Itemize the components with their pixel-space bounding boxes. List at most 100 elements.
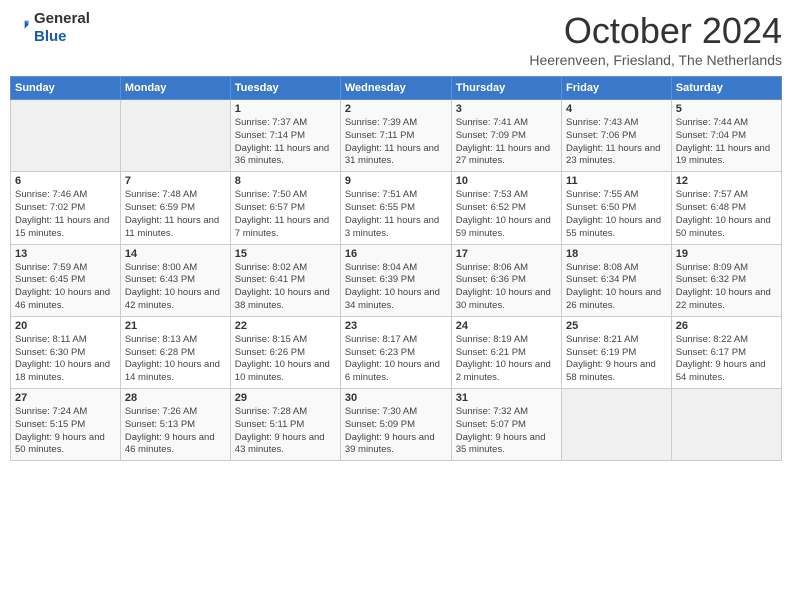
calendar-day-cell: 31Sunrise: 7:32 AMSunset: 5:07 PMDayligh…	[451, 389, 561, 461]
calendar-day-cell: 15 Sunrise: 8:02 AMSunset: 6:41 PMDayligh…	[230, 244, 340, 316]
day-number: 23	[345, 320, 447, 332]
day-number: 1	[235, 103, 336, 115]
day-detail: Sunrise: 8:13 AMSunset: 6:28 PMDaylight:…	[125, 334, 220, 383]
month-title: October 2024	[529, 10, 782, 52]
day-detail: Sunrise: 7:28 AMSunset: 5:11 PMDaylight:…	[235, 406, 325, 455]
day-detail: Sunrise: 7:37 AMSunset: 7:14 PMDaylight:…	[235, 117, 329, 166]
calendar-day-cell: 11 Sunrise: 7:55 AMSunset: 6:50 PMDayligh…	[562, 172, 672, 244]
calendar-day-cell: 9 Sunrise: 7:51 AMSunset: 6:55 PMDaylight…	[340, 172, 451, 244]
calendar-day-cell: 6Sunrise: 7:46 AMSunset: 7:02 PMDaylight…	[11, 172, 121, 244]
title-block: October 2024 Heerenveen, Friesland, The …	[529, 10, 782, 68]
day-number: 7	[125, 175, 226, 187]
calendar-header-row: SundayMondayTuesdayWednesdayThursdayFrid…	[11, 77, 782, 100]
day-number: 17	[456, 248, 557, 260]
calendar-day-cell: 28Sunrise: 7:26 AMSunset: 5:13 PMDayligh…	[120, 389, 230, 461]
calendar-day-cell: 7 Sunrise: 7:48 AMSunset: 6:59 PMDaylight…	[120, 172, 230, 244]
day-detail: Sunrise: 7:59 AMSunset: 6:45 PMDaylight:…	[15, 262, 110, 311]
calendar-week-row: 1 Sunrise: 7:37 AMSunset: 7:14 PMDaylight…	[11, 100, 782, 172]
day-number: 27	[15, 392, 116, 404]
day-number: 18	[566, 248, 667, 260]
day-number: 16	[345, 248, 447, 260]
calendar-day-cell: 12 Sunrise: 7:57 AMSunset: 6:48 PMDayligh…	[671, 172, 781, 244]
day-detail: Sunrise: 8:21 AMSunset: 6:19 PMDaylight:…	[566, 334, 656, 383]
calendar-day-cell: 18 Sunrise: 8:08 AMSunset: 6:34 PMDayligh…	[562, 244, 672, 316]
day-detail: Sunrise: 8:09 AMSunset: 6:32 PMDaylight:…	[676, 262, 771, 311]
calendar-day-header: Monday	[120, 77, 230, 100]
calendar-day-cell: 17 Sunrise: 8:06 AMSunset: 6:36 PMDayligh…	[451, 244, 561, 316]
calendar-day-header: Thursday	[451, 77, 561, 100]
day-number: 2	[345, 103, 447, 115]
calendar-day-cell: 3 Sunrise: 7:41 AMSunset: 7:09 PMDaylight…	[451, 100, 561, 172]
day-detail: Sunrise: 7:51 AMSunset: 6:55 PMDaylight:…	[345, 189, 439, 238]
calendar-day-cell: 1 Sunrise: 7:37 AMSunset: 7:14 PMDaylight…	[230, 100, 340, 172]
day-detail: Sunrise: 8:00 AMSunset: 6:43 PMDaylight:…	[125, 262, 220, 311]
calendar-day-cell: 27Sunrise: 7:24 AMSunset: 5:15 PMDayligh…	[11, 389, 121, 461]
calendar-day-cell: 23 Sunrise: 8:17 AMSunset: 6:23 PMDayligh…	[340, 316, 451, 388]
calendar-day-cell: 2 Sunrise: 7:39 AMSunset: 7:11 PMDaylight…	[340, 100, 451, 172]
calendar-day-cell: 14 Sunrise: 8:00 AMSunset: 6:43 PMDayligh…	[120, 244, 230, 316]
location-text: Heerenveen, Friesland, The Netherlands	[529, 52, 782, 68]
calendar-week-row: 27Sunrise: 7:24 AMSunset: 5:15 PMDayligh…	[11, 389, 782, 461]
calendar-day-cell: 22Sunrise: 8:15 AMSunset: 6:26 PMDayligh…	[230, 316, 340, 388]
day-detail: Sunrise: 8:22 AMSunset: 6:17 PMDaylight:…	[676, 334, 766, 383]
day-number: 4	[566, 103, 667, 115]
day-detail: Sunrise: 7:50 AMSunset: 6:57 PMDaylight:…	[235, 189, 329, 238]
day-number: 29	[235, 392, 336, 404]
day-number: 11	[566, 175, 667, 187]
day-number: 5	[676, 103, 777, 115]
day-number: 8	[235, 175, 336, 187]
day-number: 30	[345, 392, 447, 404]
day-detail: Sunrise: 7:53 AMSunset: 6:52 PMDaylight:…	[456, 189, 551, 238]
day-detail: Sunrise: 7:30 AMSunset: 5:09 PMDaylight:…	[345, 406, 435, 455]
calendar-day-cell: 24 Sunrise: 8:19 AMSunset: 6:21 PMDayligh…	[451, 316, 561, 388]
calendar-day-cell: 21 Sunrise: 8:13 AMSunset: 6:28 PMDayligh…	[120, 316, 230, 388]
day-detail: Sunrise: 7:32 AMSunset: 5:07 PMDaylight:…	[456, 406, 546, 455]
calendar-table: SundayMondayTuesdayWednesdayThursdayFrid…	[10, 76, 782, 461]
calendar-day-cell: 26 Sunrise: 8:22 AMSunset: 6:17 PMDayligh…	[671, 316, 781, 388]
day-detail: Sunrise: 8:17 AMSunset: 6:23 PMDaylight:…	[345, 334, 440, 383]
day-detail: Sunrise: 8:04 AMSunset: 6:39 PMDaylight:…	[345, 262, 440, 311]
calendar-body: 1 Sunrise: 7:37 AMSunset: 7:14 PMDaylight…	[11, 100, 782, 461]
calendar-day-cell	[671, 389, 781, 461]
day-number: 19	[676, 248, 777, 260]
day-detail: Sunrise: 8:15 AMSunset: 6:26 PMDaylight:…	[235, 334, 330, 383]
day-detail: Sunrise: 7:26 AMSunset: 5:13 PMDaylight:…	[125, 406, 215, 455]
day-number: 21	[125, 320, 226, 332]
day-detail: Sunrise: 7:48 AMSunset: 6:59 PMDaylight:…	[125, 189, 219, 238]
calendar-day-cell	[120, 100, 230, 172]
day-detail: Sunrise: 7:57 AMSunset: 6:48 PMDaylight:…	[676, 189, 771, 238]
day-number: 13	[15, 248, 116, 260]
day-detail: Sunrise: 8:06 AMSunset: 6:36 PMDaylight:…	[456, 262, 551, 311]
calendar-day-header: Sunday	[11, 77, 121, 100]
day-number: 15	[235, 248, 336, 260]
day-detail: Sunrise: 8:02 AMSunset: 6:41 PMDaylight:…	[235, 262, 330, 311]
calendar-day-cell: 29 Sunrise: 7:28 AMSunset: 5:11 PMDayligh…	[230, 389, 340, 461]
day-number: 25	[566, 320, 667, 332]
day-detail: Sunrise: 7:41 AMSunset: 7:09 PMDaylight:…	[456, 117, 550, 166]
day-number: 20	[15, 320, 116, 332]
calendar-day-cell: 8 Sunrise: 7:50 AMSunset: 6:57 PMDaylight…	[230, 172, 340, 244]
calendar-day-cell: 20 Sunrise: 8:11 AMSunset: 6:30 PMDayligh…	[11, 316, 121, 388]
day-detail: Sunrise: 8:08 AMSunset: 6:34 PMDaylight:…	[566, 262, 661, 311]
calendar-day-header: Friday	[562, 77, 672, 100]
day-detail: Sunrise: 8:11 AMSunset: 6:30 PMDaylight:…	[15, 334, 110, 383]
calendar-week-row: 20 Sunrise: 8:11 AMSunset: 6:30 PMDayligh…	[11, 316, 782, 388]
calendar-week-row: 6Sunrise: 7:46 AMSunset: 7:02 PMDaylight…	[11, 172, 782, 244]
calendar-day-cell: 16 Sunrise: 8:04 AMSunset: 6:39 PMDayligh…	[340, 244, 451, 316]
day-number: 24	[456, 320, 557, 332]
day-number: 26	[676, 320, 777, 332]
calendar-week-row: 13 Sunrise: 7:59 AMSunset: 6:45 PMDayligh…	[11, 244, 782, 316]
calendar-day-cell: 5 Sunrise: 7:44 AMSunset: 7:04 PMDaylight…	[671, 100, 781, 172]
day-number: 14	[125, 248, 226, 260]
day-detail: Sunrise: 7:44 AMSunset: 7:04 PMDaylight:…	[676, 117, 770, 166]
day-number: 9	[345, 175, 447, 187]
logo-icon	[10, 18, 30, 38]
day-detail: Sunrise: 7:55 AMSunset: 6:50 PMDaylight:…	[566, 189, 661, 238]
day-detail: Sunrise: 7:39 AMSunset: 7:11 PMDaylight:…	[345, 117, 439, 166]
day-number: 12	[676, 175, 777, 187]
day-detail: Sunrise: 8:19 AMSunset: 6:21 PMDaylight:…	[456, 334, 551, 383]
day-number: 3	[456, 103, 557, 115]
day-detail: Sunrise: 7:43 AMSunset: 7:06 PMDaylight:…	[566, 117, 660, 166]
logo-blue-text: Blue	[34, 28, 67, 45]
calendar-day-cell: 30 Sunrise: 7:30 AMSunset: 5:09 PMDayligh…	[340, 389, 451, 461]
